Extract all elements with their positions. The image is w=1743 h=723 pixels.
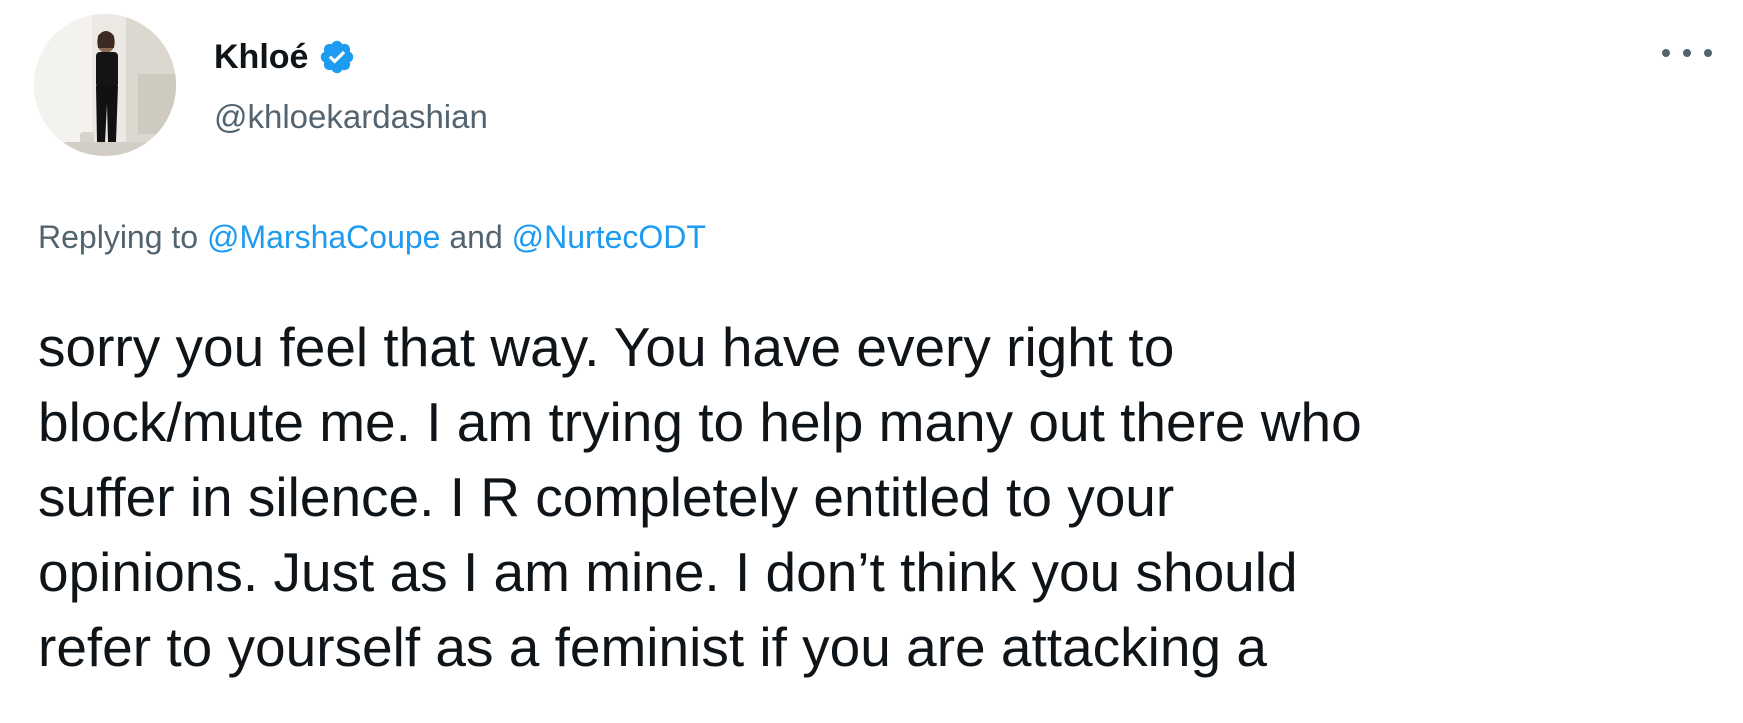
tweet-text-line: opinions. Just as I am mine. I don’t thi… — [38, 541, 1298, 603]
tweet-card: Khloé @khloekardashian Replying to @Mars… — [0, 0, 1743, 723]
reply-context-conjunction: and — [449, 219, 503, 255]
reply-context: Replying to @MarshaCoupe and @NurtecODT — [38, 214, 706, 260]
tweet-text-line: refer to yourself as a feminist if you a… — [38, 616, 1267, 678]
avatar[interactable] — [34, 14, 176, 156]
profile-photo-image — [34, 14, 176, 156]
mention-link-nurtecodt[interactable]: @NurtecODT — [512, 219, 706, 255]
more-horizontal-icon-dot — [1683, 49, 1691, 57]
author-display-name[interactable]: Khloé — [214, 32, 308, 82]
author-name-row: Khloé — [214, 32, 356, 82]
more-options-button[interactable] — [1662, 38, 1712, 68]
tweet-text-line: block/mute me. I am trying to help many … — [38, 391, 1362, 453]
mention-link-marshacoupe[interactable]: @MarshaCoupe — [207, 219, 440, 255]
more-horizontal-icon-dot — [1704, 49, 1712, 57]
verified-badge-icon — [318, 38, 356, 76]
tweet-text: sorry you feel that way. You have every … — [38, 310, 1728, 685]
tweet-text-line: sorry you feel that way. You have every … — [38, 316, 1175, 378]
author-handle[interactable]: @khloekardashian — [214, 95, 488, 139]
more-horizontal-icon — [1662, 49, 1670, 57]
tweet-text-line: suffer in silence. I R completely entitl… — [38, 466, 1175, 528]
reply-context-prefix: Replying to — [38, 219, 199, 255]
